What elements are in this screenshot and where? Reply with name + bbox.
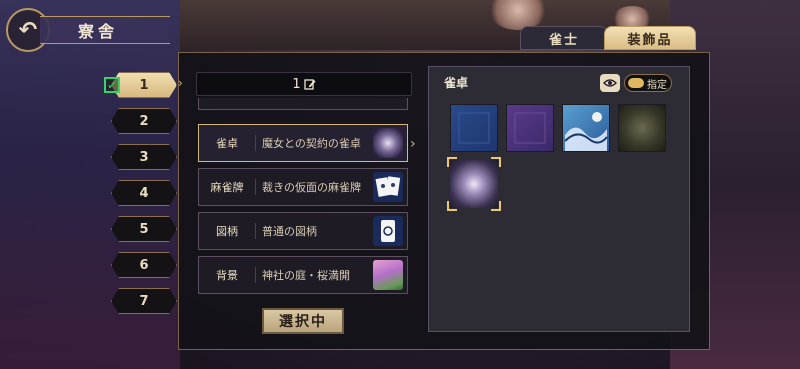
item-row-tiles[interactable]: 麻雀牌 裁きの仮面の麻雀牌 [198, 168, 408, 206]
background-thumbnail [373, 260, 403, 290]
selection-corner [447, 201, 457, 211]
slot-2[interactable]: 2 [111, 108, 177, 134]
table-option-forest[interactable] [618, 104, 666, 152]
list-item-partial [198, 98, 408, 110]
panel-title: 雀卓 [444, 76, 469, 90]
item-category: 図柄 [199, 223, 256, 239]
item-category: 麻雀牌 [199, 179, 256, 195]
item-name: 普通の図柄 [262, 225, 317, 238]
eye-icon[interactable] [600, 74, 620, 92]
selection-corner [447, 157, 457, 167]
selected-button[interactable]: 選択中 [262, 308, 344, 334]
chevron-right-icon: › [178, 76, 183, 90]
tab-decorations[interactable]: 装飾品 [604, 26, 696, 50]
table-option-wave[interactable] [562, 104, 610, 152]
slot-6[interactable]: 6 [111, 252, 177, 278]
designate-toggle[interactable]: 指定 [624, 74, 672, 92]
tiles-thumbnail [373, 172, 403, 202]
toggle-knob [628, 78, 644, 88]
toggle-label: 指定 [647, 79, 667, 91]
tab-mahjong-player[interactable]: 雀士 [520, 26, 608, 50]
item-row-background[interactable]: 背景 神社の庭・桜満開 [198, 256, 408, 294]
page-title: 寮舎 [40, 16, 170, 44]
slot-1[interactable]: 1 [111, 72, 177, 98]
item-row-table[interactable]: 雀卓 魔女との契約の雀卓 [198, 124, 408, 162]
slot-4[interactable]: 4 [111, 180, 177, 206]
table-thumbnail [373, 128, 403, 158]
preset-name-field[interactable]: 1 [196, 72, 412, 96]
table-option-blue[interactable] [450, 104, 498, 152]
item-row-pattern[interactable]: 図柄 普通の図柄 [198, 212, 408, 250]
item-name: 裁きの仮面の麻雀牌 [262, 181, 361, 194]
slot-5[interactable]: 5 [111, 216, 177, 242]
slot-3[interactable]: 3 [111, 144, 177, 170]
selection-corner [491, 157, 501, 167]
item-category: 背景 [199, 267, 256, 283]
item-name: 魔女との契約の雀卓 [262, 137, 361, 150]
edit-icon[interactable] [303, 78, 316, 90]
table-option-witch-selected[interactable] [447, 157, 501, 211]
item-name: 神社の庭・桜満開 [262, 269, 350, 282]
checkmark-icon[interactable]: ✓ [104, 77, 120, 93]
chevron-right-icon: › [410, 136, 416, 152]
selection-corner [491, 201, 501, 211]
item-category: 雀卓 [199, 135, 256, 151]
pattern-thumbnail [373, 216, 403, 246]
table-option-purple[interactable] [506, 104, 554, 152]
slot-7[interactable]: 7 [111, 288, 177, 314]
preset-name: 1 [292, 76, 301, 92]
